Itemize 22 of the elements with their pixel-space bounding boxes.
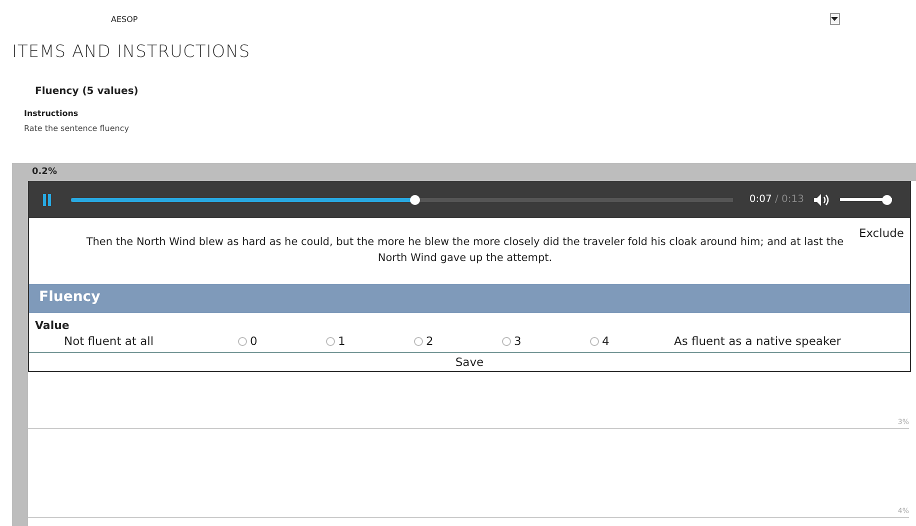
exclude-link[interactable]: Exclude bbox=[858, 226, 904, 274]
instructions-text: Rate the sentence fluency bbox=[24, 124, 130, 133]
rating-radio[interactable]: 2 bbox=[414, 334, 502, 348]
value-label: Value bbox=[35, 319, 70, 332]
pause-icon bbox=[43, 194, 51, 206]
rating-radio[interactable]: 1 bbox=[326, 334, 414, 348]
volume-icon[interactable] bbox=[814, 194, 830, 206]
rating-radio[interactable]: 0 bbox=[238, 334, 326, 348]
sentence-text: Then the North Wind blew as hard as he could, but the more he blew the more closely did the traveler fold his cloak around him; and at last the North Wind gave up the attempt. bbox=[85, 235, 845, 266]
scale-low-label: Not fluent at all bbox=[64, 334, 155, 348]
page-title: ITEMS AND INSTRUCTIONS bbox=[12, 42, 252, 62]
dropdown-button[interactable] bbox=[830, 13, 840, 25]
scale-high-label: As fluent as a native speaker bbox=[674, 334, 842, 348]
caret-icon bbox=[831, 16, 838, 22]
rating-header: Fluency bbox=[29, 284, 910, 313]
instructions-label: Instructions bbox=[24, 109, 80, 118]
time-display: 0:07 / 0:13 bbox=[749, 194, 804, 205]
play-pause-button[interactable] bbox=[43, 194, 51, 206]
item-title: Fluency (5 values) bbox=[35, 86, 140, 97]
axis-label: 0.2% bbox=[32, 167, 57, 177]
app-title: AESOP bbox=[111, 14, 138, 24]
rating-radio[interactable]: 3 bbox=[502, 334, 590, 348]
